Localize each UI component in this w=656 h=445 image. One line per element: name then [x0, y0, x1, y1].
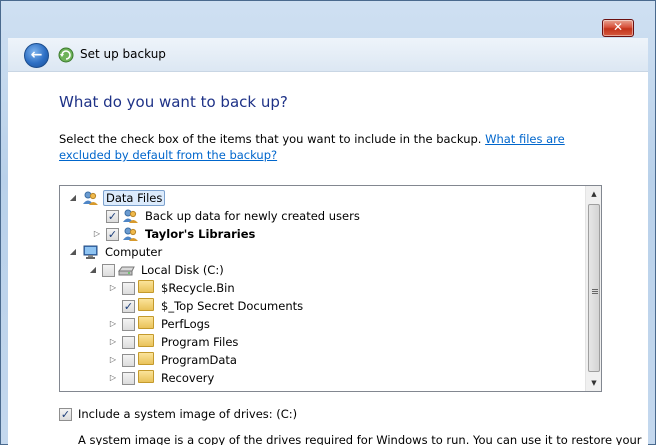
system-image-option[interactable]: ✓ Include a system image of drives: (C:): [59, 407, 297, 421]
tree-item-checkbox[interactable]: [122, 281, 135, 295]
tree-item-checkbox[interactable]: [122, 335, 135, 349]
users-icon: [82, 190, 99, 206]
tree-item[interactable]: ▷ ✓ Taylor's Libraries: [92, 225, 257, 243]
tree-item[interactable]: ▷ Program Files: [108, 333, 240, 351]
scroll-down-arrow[interactable]: ▼: [586, 375, 601, 391]
folder-icon: [138, 298, 155, 314]
system-image-label: Include a system image of drives: (C:): [78, 407, 298, 421]
vertical-scrollbar[interactable]: ▲ ▼: [585, 186, 601, 391]
scroll-thumb[interactable]: [588, 204, 600, 372]
collapse-arrow-icon[interactable]: ◢: [68, 193, 78, 203]
instruction-label: Select the check box of the items that y…: [59, 132, 486, 146]
drive-icon: [118, 262, 135, 278]
collapse-arrow-icon[interactable]: ◢: [68, 247, 78, 257]
expand-arrow-icon[interactable]: ▷: [108, 355, 118, 365]
tree-item-checkbox[interactable]: [102, 263, 115, 277]
tree-item[interactable]: ▷ $Recycle.Bin: [108, 279, 237, 297]
folder-icon: [138, 370, 155, 386]
backup-icon: [58, 47, 74, 63]
backup-items-tree[interactable]: ◢ Data Files ✓ Back up data for newly creat…: [59, 185, 602, 392]
scroll-up-arrow[interactable]: ▲: [586, 186, 601, 202]
tree-item-checkbox[interactable]: [122, 353, 135, 367]
folder-icon: [138, 334, 155, 350]
instruction-text: Select the check box of the items that y…: [59, 131, 599, 163]
users-icon: [122, 208, 139, 224]
expand-arrow-icon[interactable]: ▷: [108, 373, 118, 383]
tree-item-label: Data Files: [103, 190, 166, 206]
tree-item-checkbox[interactable]: ✓: [106, 227, 119, 241]
tree-item-label: ProgramData: [161, 353, 237, 367]
tree-item-label: Back up data for newly created users: [145, 209, 360, 223]
tree-item-checkbox[interactable]: [122, 317, 135, 331]
users-icon: [122, 226, 139, 242]
expand-arrow-icon[interactable]: ▷: [108, 283, 118, 293]
expand-arrow-icon[interactable]: ▷: [108, 337, 118, 347]
tree-item[interactable]: ▷ Recovery: [108, 369, 216, 387]
tree-item-label: $_Top Secret Documents: [161, 299, 304, 313]
tree-item[interactable]: ◢ Local Disk (C:): [88, 261, 226, 279]
expand-arrow-icon[interactable]: ▷: [92, 229, 102, 239]
tree-item-label: $Recycle.Bin: [161, 281, 235, 295]
tree-item-label: Computer: [105, 245, 163, 259]
tree-item-label: Taylor's Libraries: [145, 227, 256, 241]
tree-item[interactable]: ▷ PerfLogs: [108, 315, 212, 333]
tree-item[interactable]: ◢ Data Files: [68, 189, 166, 207]
expand-arrow-icon[interactable]: ▷: [108, 319, 118, 329]
tree-item[interactable]: ◢ Computer: [68, 243, 164, 261]
system-image-checkbox[interactable]: ✓: [59, 407, 72, 421]
tree-body: ◢ Data Files ✓ Back up data for newly creat…: [60, 186, 586, 391]
tree-item[interactable]: ▷ ProgramData: [108, 351, 239, 369]
tree-item-label: Program Files: [161, 335, 239, 349]
tree-item-label: PerfLogs: [161, 317, 210, 331]
back-button[interactable]: ←: [24, 43, 49, 68]
tree-item-checkbox[interactable]: [122, 371, 135, 385]
computer-icon: [82, 244, 99, 260]
tree-item-label: Local Disk (C:): [141, 263, 224, 277]
folder-icon: [138, 280, 155, 296]
tree-item-label: Recovery: [161, 371, 215, 385]
page-heading: What do you want to back up?: [59, 93, 288, 111]
tree-item-checkbox[interactable]: ✓: [106, 209, 119, 223]
system-image-description: A system image is a copy of the drives r…: [78, 433, 642, 445]
tree-item-checkbox[interactable]: ✓: [122, 299, 135, 313]
folder-icon: [138, 316, 155, 332]
folder-icon: [138, 352, 155, 368]
tree-item[interactable]: ✓ $_Top Secret Documents: [108, 297, 305, 315]
close-button[interactable]: ✕: [602, 19, 634, 37]
collapse-arrow-icon[interactable]: ◢: [88, 265, 98, 275]
wizard-title: Set up backup: [80, 47, 166, 61]
tree-item[interactable]: ✓ Back up data for newly created users: [92, 207, 362, 225]
